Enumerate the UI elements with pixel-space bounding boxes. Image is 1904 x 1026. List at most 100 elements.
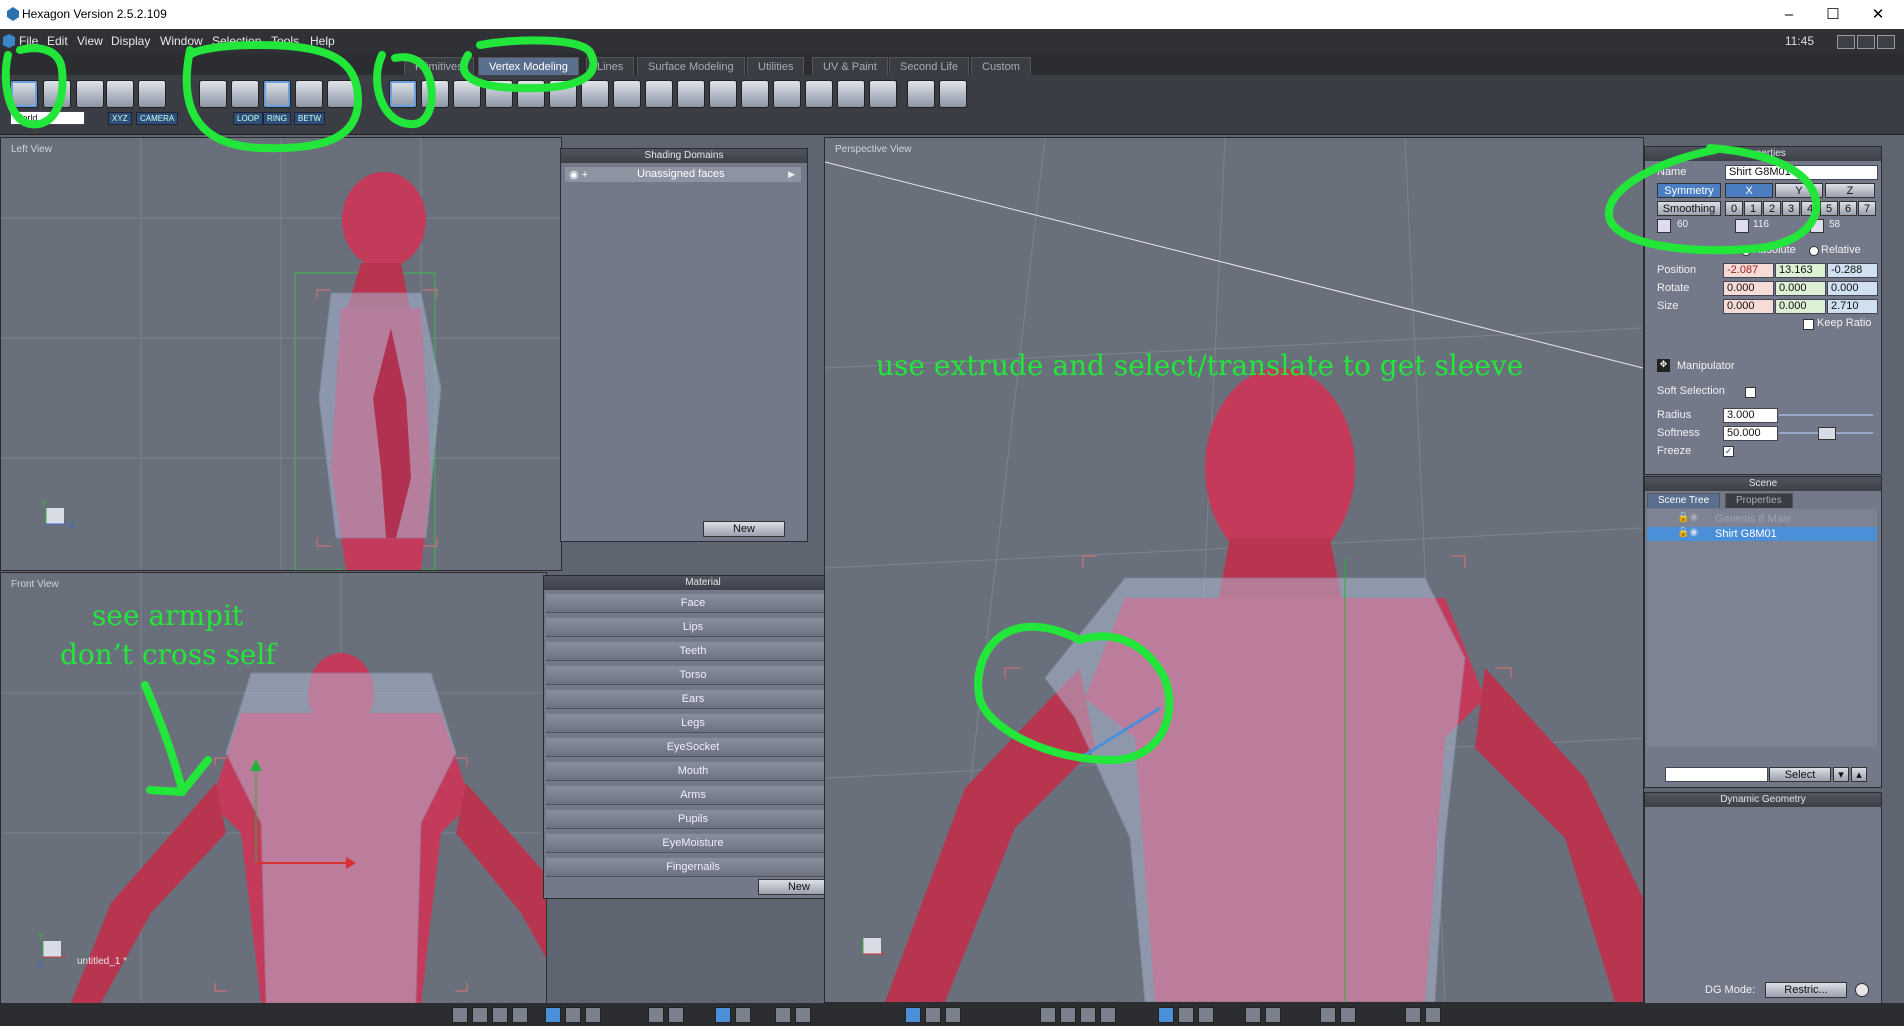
material-item-mouth[interactable]: Mouth▶ [546, 762, 840, 781]
layout-quad-icon[interactable] [512, 1007, 528, 1023]
new-shading-domain-button[interactable]: New [703, 521, 785, 537]
material-item-torso[interactable]: Torso▶ [546, 666, 840, 685]
tab-lines[interactable]: Lines [586, 57, 635, 76]
camera-orbit-icon[interactable] [775, 1007, 791, 1023]
menu-window[interactable]: Window [160, 34, 203, 48]
maximize-button[interactable]: ☐ [1813, 4, 1853, 26]
tab-second-life[interactable]: Second Life [889, 57, 970, 76]
smoothing-level-1[interactable]: 1 [1744, 201, 1762, 216]
material-item-arms[interactable]: Arms▶ [546, 786, 840, 805]
tab-uv-paint[interactable]: UV & Paint [812, 57, 888, 76]
manipulator-icon[interactable]: ✥ [1657, 359, 1670, 372]
add-point-tool-button[interactable] [907, 80, 935, 108]
soft-selection-checkbox[interactable] [1745, 387, 1756, 398]
freeze-checkbox[interactable]: ✓ [1723, 446, 1734, 457]
smoothing-level-4[interactable]: 4 [1801, 201, 1819, 216]
extrude-tool-button[interactable] [389, 80, 417, 108]
tab-utilities[interactable]: Utilities [747, 57, 805, 76]
xyz-button[interactable]: XYZ [108, 112, 132, 125]
menu-display[interactable]: Display [111, 34, 150, 48]
menu-selection[interactable]: Selection [212, 34, 261, 48]
size-z-field[interactable]: 2.710 [1827, 299, 1878, 314]
scene-item-shirt[interactable]: 🔒◉ Shirt G8M01 [1647, 527, 1877, 541]
shading-domain-row[interactable]: ◉ + Unassigned faces ▶ [565, 167, 801, 182]
absolute-radio[interactable] [1741, 246, 1751, 256]
softness-slider[interactable] [1779, 427, 1873, 440]
softness-field[interactable]: 50.000 [1723, 426, 1778, 441]
tab-primitives[interactable]: Primitives [404, 57, 474, 76]
tessellate-tool-button[interactable] [485, 80, 513, 108]
weld-points-tool-button[interactable] [773, 80, 801, 108]
magnet-select-button[interactable] [106, 80, 134, 108]
smoothing-level-6[interactable]: 6 [1839, 201, 1857, 216]
import-icon[interactable] [1340, 1007, 1356, 1023]
split-tool-button[interactable] [869, 80, 897, 108]
render-sphere-icon-4[interactable] [1100, 1007, 1116, 1023]
keep-ratio-checkbox[interactable] [1803, 319, 1814, 330]
render-icon[interactable] [1425, 1007, 1441, 1023]
coordinate-mode-select[interactable]: World [10, 111, 85, 125]
mirror-tool-button[interactable] [709, 80, 737, 108]
export-icon[interactable] [1320, 1007, 1336, 1023]
menu-file[interactable]: File [19, 34, 38, 48]
close-button[interactable]: ✕ [1858, 4, 1898, 26]
render-sphere-icon-5[interactable] [1178, 1007, 1194, 1023]
menu-tools[interactable]: Tools [271, 34, 299, 48]
front-viewport[interactable]: Front View Y X untitled_1 * [0, 572, 547, 1004]
select-tool-button[interactable] [10, 80, 38, 108]
camera-button[interactable]: CAMERA [136, 112, 179, 125]
material-item-pupils[interactable]: Pupils▶ [546, 810, 840, 829]
app-restore-button[interactable] [1857, 35, 1875, 49]
layout-three-icon[interactable] [492, 1007, 508, 1023]
loop-button[interactable]: LOOP [233, 112, 264, 125]
object-name-field[interactable]: Shirt G8M01 [1725, 165, 1878, 180]
material-item-lips[interactable]: Lips▶ [546, 618, 840, 637]
light-icon-2[interactable] [1265, 1007, 1281, 1023]
scene-select-field[interactable] [1665, 767, 1768, 782]
chamfer-tool-button[interactable] [453, 80, 481, 108]
material-item-fingernails[interactable]: Fingernails▶ [546, 858, 840, 877]
scene-down-button[interactable]: ▾ [1833, 767, 1849, 782]
material-item-eyesocket[interactable]: EyeSocket▶ [546, 738, 840, 757]
vertex-mode-button[interactable] [199, 80, 227, 108]
display-axis-icon[interactable] [735, 1007, 751, 1023]
display-grid-icon[interactable] [715, 1007, 731, 1023]
material-item-legs[interactable]: Legs▶ [546, 714, 840, 733]
auto-mode-button[interactable] [327, 80, 355, 108]
rotate-z-field[interactable]: 0.000 [1827, 281, 1878, 296]
slice-tool-button[interactable] [517, 80, 545, 108]
camera-pan-icon[interactable] [795, 1007, 811, 1023]
layout-single-icon[interactable] [452, 1007, 468, 1023]
symmetry-z-button[interactable]: Z [1825, 183, 1875, 198]
add-domain-icon[interactable]: ◉ + [569, 168, 588, 181]
smoothing-level-3[interactable]: 3 [1782, 201, 1800, 216]
smoothing-level-5[interactable]: 5 [1820, 201, 1838, 216]
object-mode-button[interactable] [295, 80, 323, 108]
left-viewport[interactable]: Left View Y Z [0, 137, 562, 571]
connect-tool-button[interactable] [677, 80, 705, 108]
layout-active-icon[interactable] [545, 1007, 561, 1023]
position-x-field[interactable]: -2.087 [1723, 263, 1774, 278]
tab-scene-tree[interactable]: Scene Tree [1647, 493, 1721, 508]
material-item-teeth[interactable]: Teeth▶ [546, 642, 840, 661]
rotate-y-field[interactable]: 0.000 [1775, 281, 1826, 296]
move-icon[interactable] [925, 1007, 941, 1023]
rotate-x-field[interactable]: 0.000 [1723, 281, 1774, 296]
smoothing-level-0[interactable]: 0 [1725, 201, 1743, 216]
symmetry-y-button[interactable]: Y [1775, 183, 1823, 198]
lasso-select-button[interactable] [43, 80, 71, 108]
rotate-icon[interactable] [945, 1007, 961, 1023]
bevel-tool-button[interactable] [421, 80, 449, 108]
menu-view[interactable]: View [77, 34, 103, 48]
dg-mode-select[interactable]: Restric... [1765, 982, 1847, 998]
smoothing-button[interactable]: Smoothing [1657, 201, 1721, 216]
dg-toggle-icon[interactable] [1855, 983, 1869, 997]
radius-field[interactable]: 3.000 [1723, 408, 1778, 423]
material-item-eyemoisture[interactable]: EyeMoisture▶ [546, 834, 840, 853]
tab-scene-properties[interactable]: Properties [1725, 493, 1793, 508]
detach-tool-button[interactable] [741, 80, 769, 108]
display-wire-icon[interactable] [648, 1007, 664, 1023]
layout-split-icon[interactable] [472, 1007, 488, 1023]
snap-icon[interactable] [905, 1007, 921, 1023]
layout-wide-icon[interactable] [565, 1007, 581, 1023]
